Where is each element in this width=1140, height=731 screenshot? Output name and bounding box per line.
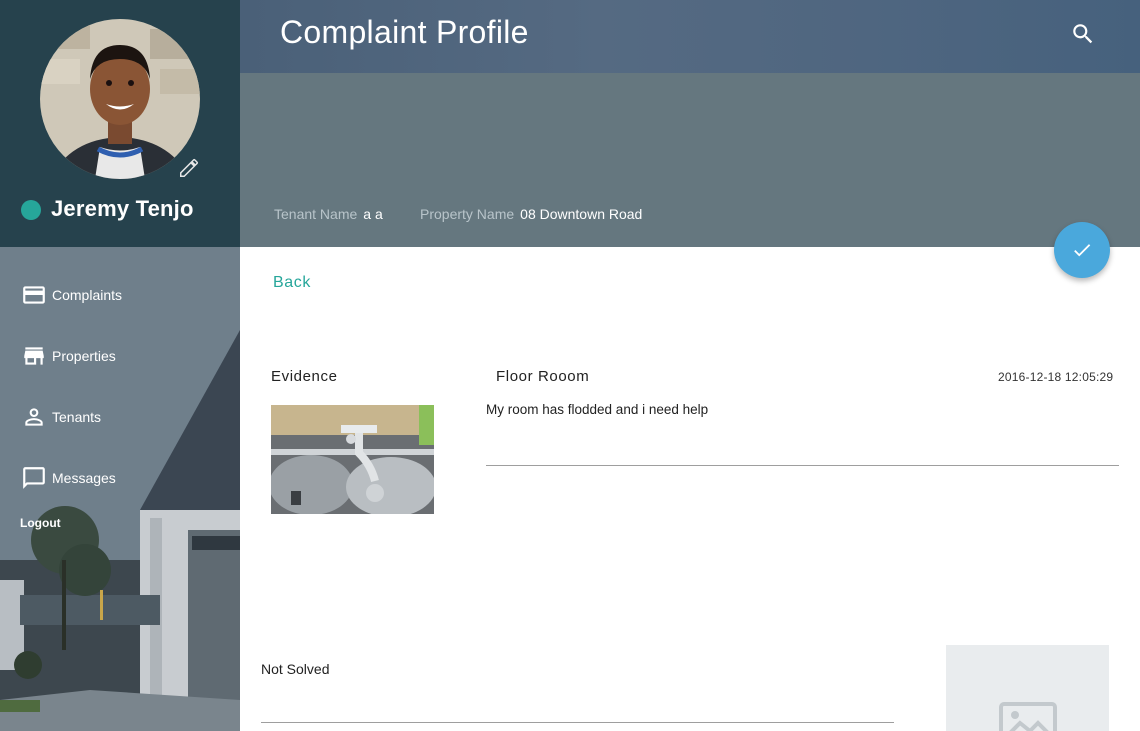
tenant-name-value: a a [363, 206, 383, 222]
pencil-edit-icon[interactable] [178, 157, 200, 179]
divider [486, 465, 1119, 466]
online-status-dot [21, 200, 41, 220]
logout-link[interactable]: Logout [20, 516, 61, 530]
evidence-heading: Evidence [271, 368, 338, 385]
evidence-photo[interactable] [271, 405, 434, 514]
sidebar-item-label: Properties [52, 348, 116, 364]
header-top-bar: Complaint Profile [240, 0, 1140, 73]
credit-card-icon [21, 282, 47, 308]
sidebar-item-messages[interactable]: Messages [0, 458, 240, 498]
complaint-description: My room has flodded and i need help [486, 402, 709, 417]
sidebar-item-label: Messages [52, 470, 116, 486]
check-icon [1074, 244, 1091, 257]
tenant-name-field: Tenant Name a a [274, 206, 383, 222]
property-name-label: Property Name [420, 206, 515, 222]
chat-bubble-icon [21, 465, 47, 491]
property-name-value: 08 Downtown Road [520, 206, 643, 222]
page-title: Complaint Profile [280, 14, 529, 50]
complaint-status: Not Solved [261, 661, 330, 677]
property-name-field: Property Name 08 Downtown Road [420, 206, 642, 222]
tenant-name-label: Tenant Name [274, 206, 358, 222]
user-name: Jeremy Tenjo [51, 196, 194, 221]
image-upload-placeholder[interactable] [946, 645, 1109, 731]
sidebar: Jeremy Tenjo Complaints Properties Tenan… [0, 0, 240, 731]
page-header: Complaint Profile Tenant Name a a Propert… [240, 0, 1140, 247]
sidebar-item-label: Complaints [52, 287, 123, 303]
sidebar-item-properties[interactable]: Properties [0, 336, 240, 376]
sidebar-item-label: Tenants [52, 409, 102, 425]
complaint-title: Floor Rooom [496, 368, 590, 385]
divider [261, 722, 894, 723]
profile-panel: Jeremy Tenjo [0, 0, 240, 247]
avatar[interactable] [40, 19, 200, 179]
back-link[interactable]: Back [273, 274, 311, 292]
mark-solved-button[interactable] [1054, 222, 1110, 278]
image-icon [999, 702, 1057, 731]
sidebar-item-tenants[interactable]: Tenants [0, 397, 240, 437]
avatar-photo [40, 19, 200, 179]
person-icon [21, 404, 47, 430]
search-icon[interactable] [1070, 21, 1096, 47]
complaint-timestamp: 2016-12-18 12:05:29 [998, 370, 1114, 384]
sidebar-item-complaints[interactable]: Complaints [0, 275, 240, 315]
store-icon [21, 343, 47, 369]
